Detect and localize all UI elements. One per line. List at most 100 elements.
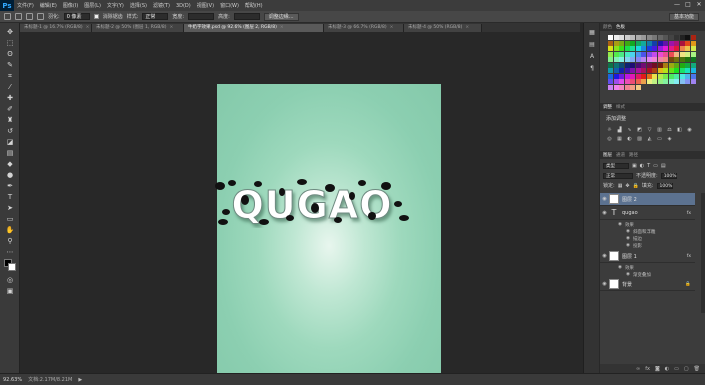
color-swatch[interactable] — [641, 79, 646, 84]
tab-doc-2[interactable]: 未标题-2 @ 50% (图层 1, RGB/8) × — [92, 24, 184, 32]
menu-image[interactable]: 图像(I) — [60, 2, 81, 9]
lasso-tool-icon[interactable]: ʘ — [5, 49, 15, 59]
close-icon[interactable]: × — [280, 24, 284, 32]
tab-doc-4[interactable]: 未标题-3 @ 66.7% (RGB/8) × — [324, 24, 404, 32]
color-swatch[interactable] — [613, 62, 619, 68]
effect-row[interactable]: ◉ 效果 — [618, 264, 634, 271]
color-swatch[interactable] — [641, 35, 646, 40]
eye-icon[interactable]: ◉ — [600, 210, 609, 216]
layer-row[interactable]: ◉ T qugao fx — [600, 207, 695, 220]
color-swatch[interactable] — [674, 57, 679, 62]
tab-doc-5[interactable]: 未标题-4 @ 50% (RGB/8) × — [404, 24, 482, 32]
color-swatch[interactable] — [608, 57, 613, 62]
color-swatch[interactable] — [685, 73, 690, 79]
zoom-level[interactable]: 92.63% — [3, 377, 22, 383]
tab-paths[interactable]: 路径 — [629, 152, 638, 158]
eyedropper-tool-icon[interactable]: ⁄ — [5, 82, 15, 92]
add-mask-icon[interactable]: ◙ — [655, 366, 660, 372]
menu-layer[interactable]: 图层(L) — [81, 2, 104, 9]
filter-adjust-icon[interactable]: ◐ — [640, 163, 644, 169]
more-tools-icon[interactable]: ⋯ — [5, 247, 15, 257]
color-swatch[interactable] — [690, 51, 696, 57]
close-icon[interactable]: × — [465, 24, 469, 32]
eye-icon[interactable]: ◉ — [618, 265, 622, 270]
color-swatch[interactable] — [635, 51, 641, 57]
color-swatch[interactable] — [652, 57, 657, 62]
tab-layers[interactable]: 图层 — [603, 152, 612, 158]
paragraph-panel-icon[interactable]: ¶ — [588, 65, 596, 73]
color-swatch[interactable] — [685, 62, 690, 68]
close-button[interactable]: ✕ — [695, 1, 703, 8]
gradient-map-icon[interactable]: ▭ — [656, 136, 663, 142]
tab-swatches[interactable]: 色板 — [616, 24, 625, 30]
fill-input[interactable]: 100% — [656, 182, 673, 189]
color-swatch[interactable] — [619, 35, 624, 40]
new-selection-icon[interactable] — [15, 13, 22, 20]
curves-icon[interactable]: ∿ — [626, 127, 633, 133]
color-swatch[interactable] — [652, 40, 657, 46]
filter-pixel-icon[interactable]: ▣ — [632, 163, 637, 169]
color-swatch[interactable] — [619, 73, 624, 79]
effect-row[interactable]: ◉ 描边 — [626, 235, 642, 242]
filter-smart-icon[interactable]: ▤ — [661, 163, 666, 169]
color-swatch[interactable] — [652, 51, 657, 57]
color-swatch[interactable] — [624, 79, 630, 84]
add-selection-icon[interactable] — [26, 13, 33, 20]
menu-filter[interactable]: 滤镜(T) — [150, 2, 173, 9]
move-tool-icon[interactable]: ✥ — [5, 27, 15, 37]
fx-icon[interactable]: fx — [687, 254, 695, 259]
color-swatch[interactable] — [663, 57, 668, 62]
new-adjustment-icon[interactable]: ◐ — [665, 366, 669, 372]
color-swatch[interactable] — [613, 79, 619, 84]
color-swatch[interactable] — [630, 84, 635, 90]
color-swatch[interactable] — [679, 79, 685, 84]
menu-help[interactable]: 帮助(H) — [242, 2, 266, 9]
color-swatch[interactable] — [690, 35, 696, 40]
color-swatch[interactable] — [613, 35, 619, 40]
color-swatch[interactable] — [685, 40, 690, 46]
effect-row[interactable]: ◉ 斜面和浮雕 — [626, 228, 655, 235]
color-swatch[interactable] — [641, 68, 646, 73]
color-swatch[interactable] — [613, 51, 619, 57]
lock-position-icon[interactable]: ✥ — [625, 183, 629, 189]
color-swatch[interactable] — [624, 35, 630, 40]
color-swatch[interactable] — [690, 40, 696, 46]
brush-tool-icon[interactable]: ✐ — [5, 104, 15, 114]
shape-tool-icon[interactable]: ▭ — [5, 214, 15, 224]
tab-channels[interactable]: 通道 — [616, 152, 625, 158]
posterize-icon[interactable]: ▨ — [636, 136, 643, 142]
color-swatch[interactable] — [630, 79, 635, 84]
eye-icon[interactable]: ◉ — [626, 272, 630, 277]
tab-doc-3[interactable]: 牛奶字效果.psd @ 92.6% (图层 2, RGB/8) × — [184, 24, 324, 32]
color-swatch[interactable] — [663, 46, 668, 51]
color-swatch[interactable] — [619, 57, 624, 62]
color-swatch[interactable] — [613, 46, 619, 51]
effect-row[interactable]: ◉ 效果 — [618, 221, 634, 228]
width-input[interactable] — [188, 13, 215, 20]
color-swatch[interactable] — [619, 46, 624, 51]
eye-icon[interactable]: ◉ — [618, 222, 622, 227]
background-color-swatch[interactable] — [8, 263, 16, 271]
color-swatch[interactable] — [608, 35, 613, 40]
properties-panel-icon[interactable]: ▤ — [588, 41, 596, 49]
menu-select[interactable]: 选择(S) — [127, 2, 150, 9]
eye-icon[interactable]: ◉ — [600, 281, 609, 287]
selective-color-icon[interactable]: ◈ — [666, 136, 673, 142]
invert-icon[interactable]: ◐ — [626, 136, 633, 142]
feather-input[interactable]: 0 像素 — [63, 13, 90, 20]
color-swatch[interactable] — [668, 79, 674, 84]
color-swatch[interactable] — [624, 73, 630, 79]
color-swatch[interactable] — [663, 35, 668, 40]
delete-layer-icon[interactable]: 🗑 — [694, 366, 700, 372]
color-swatch[interactable] — [630, 68, 635, 73]
color-swatch[interactable] — [608, 62, 613, 68]
color-swatch[interactable] — [646, 40, 652, 46]
minimize-button[interactable]: — — [673, 1, 681, 8]
color-swatch[interactable] — [635, 73, 641, 79]
color-swatch[interactable] — [635, 79, 641, 84]
layer-row[interactable]: ◉ 图层 2 — [600, 193, 695, 206]
color-swatch[interactable] — [652, 35, 657, 40]
color-swatch[interactable] — [608, 40, 613, 46]
color-swatch[interactable] — [663, 51, 668, 57]
color-swatch[interactable] — [657, 46, 663, 51]
